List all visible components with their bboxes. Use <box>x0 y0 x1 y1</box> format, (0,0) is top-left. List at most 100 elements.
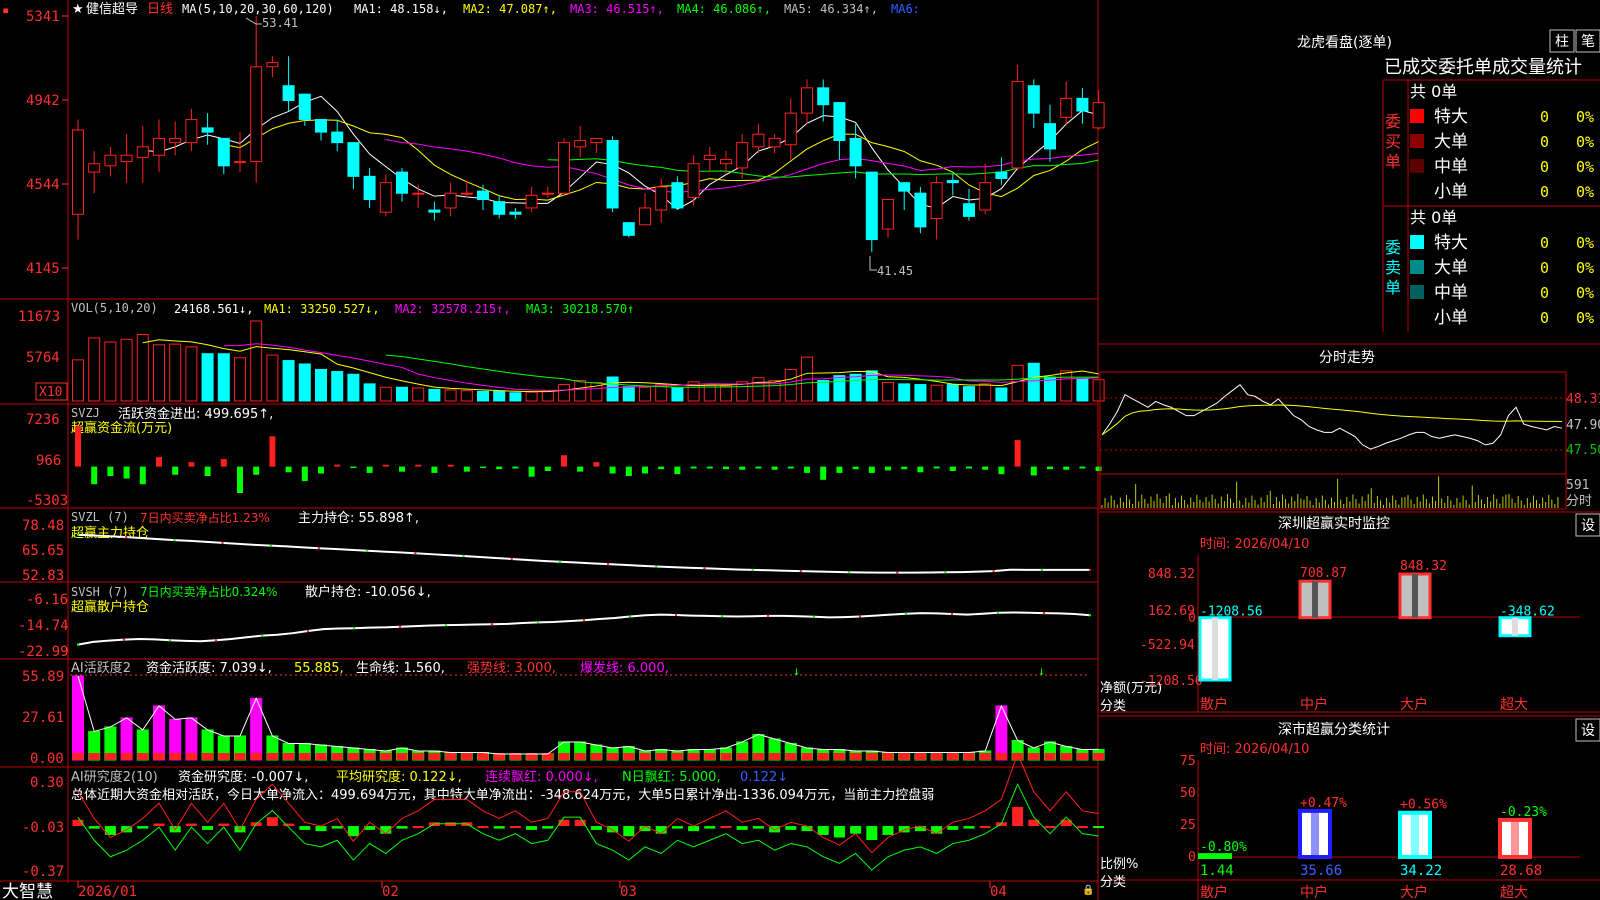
candle <box>1027 79 1040 128</box>
legend-swatch <box>1410 159 1424 173</box>
research-bar <box>137 826 149 829</box>
retail-holding-line <box>77 611 1091 646</box>
volume-bar <box>898 383 911 402</box>
volume-bar <box>1027 362 1040 402</box>
research-bar <box>396 826 408 829</box>
sz-monitor-bar-shade <box>1412 574 1418 618</box>
svzj-bar <box>1079 466 1086 469</box>
candle <box>88 151 101 194</box>
ai-base-bar <box>461 753 473 760</box>
favorite-star-icon[interactable]: ★ <box>72 2 84 17</box>
ai-tick: 27.61 <box>22 710 64 726</box>
candle-body <box>606 140 619 209</box>
research-label4: N日飘红: 5.000, <box>622 769 721 785</box>
volume-bar <box>396 386 408 402</box>
main-holding-line-point <box>76 533 80 536</box>
ai-base-bar <box>283 753 295 760</box>
lock-icon[interactable]: 🔒 <box>1082 884 1094 896</box>
stat-pct: 0% <box>1576 284 1594 302</box>
svzj-bar <box>609 466 616 474</box>
svzj-bar <box>1030 466 1037 476</box>
ai-base-bar <box>364 753 376 760</box>
stat-pct: 0% <box>1576 234 1594 252</box>
svzj-bar <box>366 466 373 473</box>
ai-base-bar <box>785 753 797 760</box>
svzj-bar <box>901 466 908 470</box>
ai-base-bar <box>1044 753 1056 760</box>
candle-body <box>201 127 214 133</box>
ai-base-bar <box>769 753 781 760</box>
period-label[interactable]: 日线 <box>147 2 173 17</box>
candle-body <box>703 154 716 160</box>
price-tick: 5341 <box>26 9 60 25</box>
candle-body <box>882 199 894 230</box>
volume-bar <box>250 320 263 402</box>
candle <box>477 184 489 211</box>
stock-name: 健信超导 <box>86 2 138 17</box>
stat-count: 0 <box>1540 108 1549 126</box>
volume-bar <box>914 384 927 402</box>
research-bar <box>153 823 165 827</box>
svzj-bar <box>820 466 827 480</box>
candle <box>379 174 392 217</box>
volume-bar <box>201 353 214 402</box>
sell-side-label-3: 单 <box>1385 278 1401 297</box>
stat-count: 0 <box>1540 259 1549 277</box>
volume-bar <box>558 384 570 402</box>
research-summary: 总体近期大资金相对活跃，今日大单净流入：499.694万元，其中特大单净流出：-… <box>71 787 934 803</box>
svzj-bar <box>982 466 989 470</box>
svzj-bar <box>350 466 357 469</box>
price-axis: 5341 4942 4544 4145 <box>26 9 60 277</box>
candle-body <box>104 154 117 167</box>
ai-base-bar <box>979 753 991 760</box>
candle <box>801 79 813 124</box>
svzj-bar <box>301 466 308 482</box>
ai-base-bar <box>850 753 862 760</box>
sz-monitor-value-label: -348.62 <box>1500 605 1555 620</box>
sz-category-value: 1.44 <box>1200 863 1234 879</box>
svsh-header: SVSH (7) <box>71 585 129 599</box>
svzl-tick: 52.83 <box>22 568 64 584</box>
retail-holding-line-point <box>720 614 724 618</box>
sz-monitor-y-title: 净额(万元) <box>1100 681 1162 696</box>
main-holding-line-point <box>751 568 754 572</box>
stat-pct: 0% <box>1576 158 1594 176</box>
candle <box>412 184 425 208</box>
sz-category-settings-label: 设 <box>1581 723 1595 739</box>
sz-monitor-category: 散户 <box>1200 696 1228 713</box>
ai-base-bar <box>477 753 489 760</box>
down-arrow-icon: ↓ <box>793 664 800 678</box>
ai-base-bar <box>688 753 700 760</box>
longhu-title: 龙虎看盘(逐单) <box>1297 34 1392 51</box>
legend-swatch <box>1410 235 1424 249</box>
intraday-title: 分时走势 <box>1319 350 1375 366</box>
stat-count: 0 <box>1540 133 1549 151</box>
ai-base-bar <box>623 753 635 760</box>
candle-body <box>558 142 570 194</box>
price-panel: ▪ ★ 健信超导 日线 MA(5,10,20,30,60,120) MA1: 4… <box>2 2 1105 278</box>
ai-label2: 55.885, <box>294 661 344 676</box>
ai-base-bar <box>169 753 181 760</box>
research-bar <box>1012 807 1024 827</box>
ai-label1: 资金活跃度: 7.039↓, <box>146 660 272 676</box>
volume-bar <box>606 376 619 402</box>
sell-side-label-2: 卖 <box>1385 258 1401 277</box>
candle-body <box>509 211 522 215</box>
stat-count: 0 <box>1540 284 1549 302</box>
stock-chart-canvas[interactable]: ▪ ★ 健信超导 日线 MA(5,10,20,30,60,120) MA1: 4… <box>0 0 1600 900</box>
candle <box>946 174 959 196</box>
sz-category-change-label: +0.47% <box>1300 796 1347 811</box>
svzj-tick: 966 <box>36 453 61 469</box>
retail-holding-line-point <box>76 643 80 646</box>
column-view-label: 柱 <box>1555 34 1569 50</box>
candle-body <box>136 146 149 158</box>
retail-holding-line-point <box>950 612 954 616</box>
candle-body <box>1011 81 1024 169</box>
stat-pct: 0% <box>1576 259 1594 277</box>
volume-bar <box>428 388 441 402</box>
retail-holding-line-point <box>168 639 172 642</box>
candle-body <box>671 182 684 209</box>
low-price-label: 41.45 <box>877 264 913 278</box>
ai-base-bar <box>671 753 683 760</box>
research-bar <box>88 826 100 829</box>
